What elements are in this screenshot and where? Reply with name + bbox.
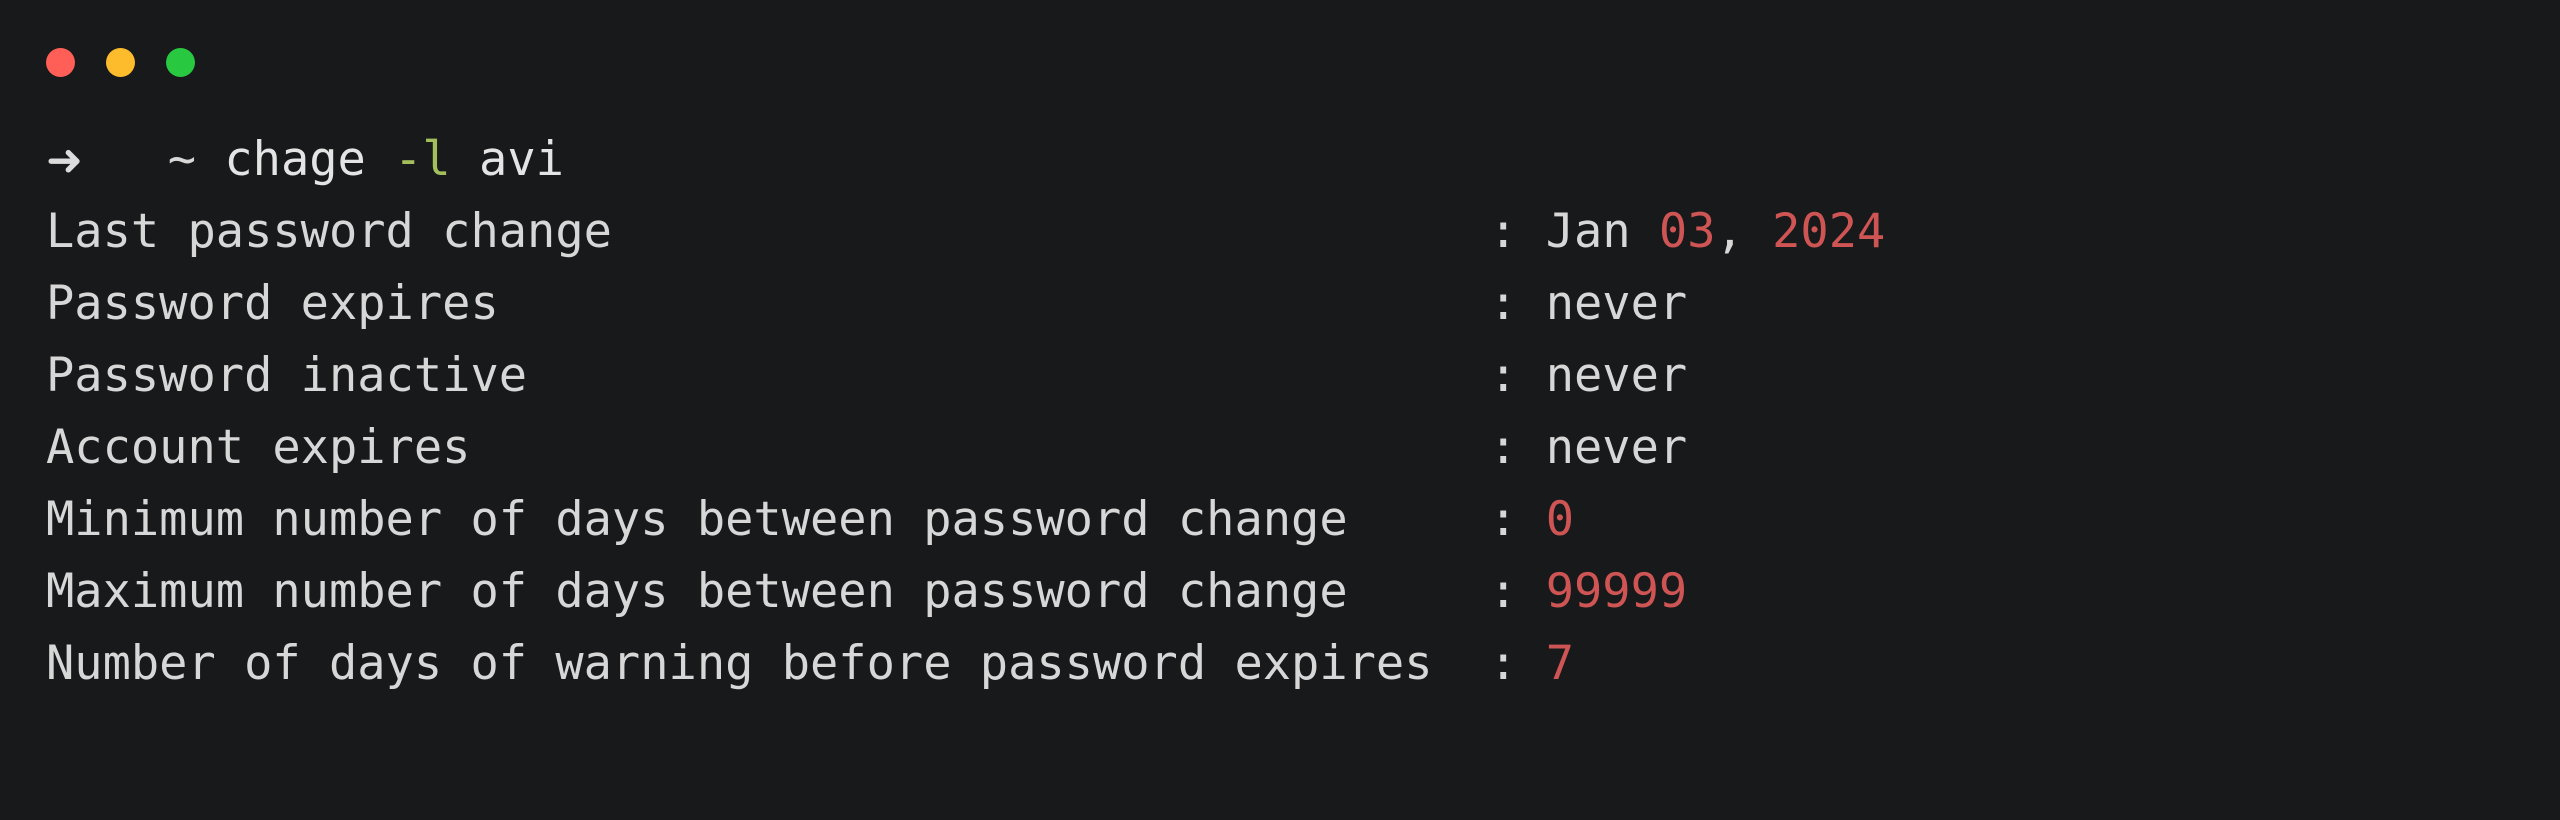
- prompt-spacer-3: [366, 132, 394, 187]
- command-name: chage: [224, 132, 366, 187]
- prompt-arrow-icon: ➜: [46, 135, 83, 186]
- output-label: Account expires: [46, 420, 471, 475]
- output-value-part: 7: [1545, 636, 1575, 691]
- output-value: 99999: [1546, 564, 1687, 619]
- output-value-part: [1631, 204, 1659, 259]
- separator-gap: [1517, 276, 1545, 331]
- prompt-cwd: ~: [167, 132, 197, 187]
- output-label: Password inactive: [46, 348, 528, 403]
- output-value-part: never: [1545, 348, 1688, 403]
- output-rows: Last password change : Jan 03, 2024 Passw…: [0, 196, 2560, 700]
- output-row: Password inactive : never: [0, 340, 2560, 412]
- prompt-line: ➜ ~ chage -l avi: [0, 124, 2560, 196]
- terminal-window: ➜ ~ chage -l avi Last password change : …: [0, 0, 2560, 820]
- output-separator: :: [1489, 276, 1518, 331]
- output-value-part: ,: [1715, 204, 1744, 259]
- output-row: Minimum number of days between password …: [0, 484, 2560, 556]
- output-separator: :: [1489, 204, 1518, 259]
- close-button[interactable]: [46, 48, 75, 77]
- output-separator: :: [1489, 564, 1518, 619]
- output-separator: :: [1489, 492, 1518, 547]
- output-label: Maximum number of days between password …: [46, 564, 1348, 619]
- output-label: Password expires: [46, 276, 499, 331]
- output-row: Account expires : never: [0, 412, 2560, 484]
- output-value-part: [1744, 204, 1772, 259]
- label-padding: [1348, 492, 1489, 547]
- output-value-part: never: [1545, 420, 1688, 475]
- output-value: 0: [1546, 492, 1574, 547]
- title-bar: [0, 0, 2560, 124]
- label-padding: [1348, 564, 1489, 619]
- command-argument: avi: [479, 132, 564, 187]
- output-label: Minimum number of days between password …: [46, 492, 1348, 547]
- output-value-part: 0: [1545, 492, 1575, 547]
- output-separator: :: [1489, 348, 1518, 403]
- output-value-part: never: [1545, 276, 1688, 331]
- output-label: Number of days of warning before passwor…: [46, 636, 1433, 691]
- output-value: Jan 03, 2024: [1546, 204, 1886, 259]
- separator-gap: [1517, 204, 1545, 259]
- output-label: Last password change: [46, 204, 612, 259]
- separator-gap: [1517, 636, 1545, 691]
- label-padding: [499, 276, 1489, 331]
- separator-gap: [1517, 348, 1545, 403]
- separator-gap: [1517, 564, 1545, 619]
- output-value: never: [1546, 348, 1687, 403]
- output-row: Last password change : Jan 03, 2024: [0, 196, 2560, 268]
- output-row: Number of days of warning before passwor…: [0, 628, 2560, 700]
- output-row: Maximum number of days between password …: [0, 556, 2560, 628]
- output-separator: :: [1489, 636, 1518, 691]
- separator-gap: [1517, 492, 1545, 547]
- output-value-part: 03: [1658, 204, 1716, 259]
- prompt-spacer-4: [451, 132, 479, 187]
- terminal-output-area[interactable]: ➜ ~ chage -l avi Last password change : …: [0, 124, 2560, 700]
- separator-gap: [1517, 420, 1545, 475]
- output-row: Password expires : never: [0, 268, 2560, 340]
- prompt-spacer: [83, 132, 168, 187]
- minimize-button[interactable]: [106, 48, 135, 77]
- label-padding: [470, 420, 1489, 475]
- command-flag: -l: [394, 132, 451, 187]
- output-value-part: 99999: [1545, 564, 1688, 619]
- label-padding: [527, 348, 1489, 403]
- traffic-light-group: [46, 48, 195, 77]
- label-padding: [1433, 636, 1490, 691]
- prompt-spacer-2: [196, 132, 224, 187]
- output-separator: :: [1489, 420, 1518, 475]
- output-value-part: Jan: [1545, 204, 1631, 259]
- output-value: never: [1546, 420, 1687, 475]
- output-value: 7: [1546, 636, 1574, 691]
- output-value: never: [1546, 276, 1687, 331]
- output-value-part: 2024: [1772, 204, 1886, 259]
- maximize-button[interactable]: [166, 48, 195, 77]
- label-padding: [612, 204, 1489, 259]
